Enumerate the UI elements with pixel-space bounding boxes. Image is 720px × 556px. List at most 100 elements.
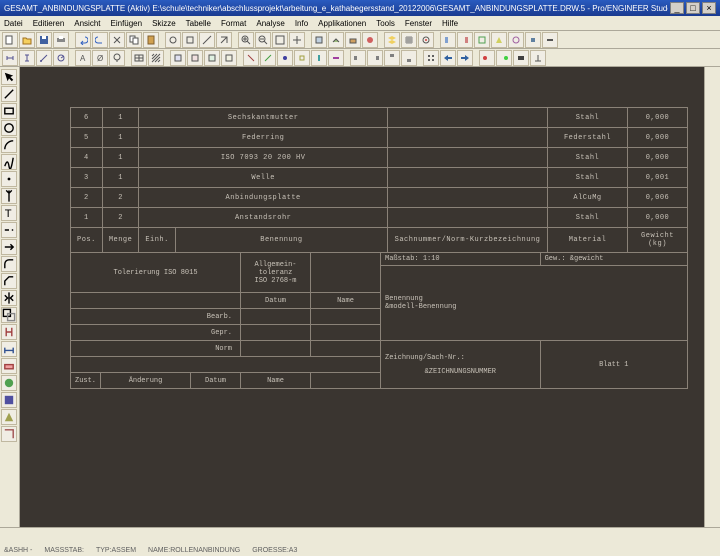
symbol-icon[interactable]: Ø xyxy=(92,50,108,66)
redo-icon[interactable] xyxy=(92,32,108,48)
layer-icon[interactable] xyxy=(384,32,400,48)
sec-b-icon[interactable] xyxy=(187,50,203,66)
menu-view[interactable]: Ansicht xyxy=(74,19,100,28)
paste-icon[interactable] xyxy=(143,32,159,48)
t2b-icon[interactable] xyxy=(260,50,276,66)
vertical-scrollbar[interactable] xyxy=(704,67,720,527)
t2k-icon[interactable] xyxy=(423,50,439,66)
print-icon[interactable] xyxy=(53,32,69,48)
sec-a-icon[interactable] xyxy=(170,50,186,66)
tool-a-icon[interactable] xyxy=(165,32,181,48)
tool-c-icon[interactable] xyxy=(199,32,215,48)
zoom-out-icon[interactable] xyxy=(255,32,271,48)
close-button[interactable]: × xyxy=(702,2,716,14)
misc2-icon[interactable] xyxy=(457,32,473,48)
lt-d-icon[interactable] xyxy=(1,426,17,442)
menu-sketch[interactable]: Skizze xyxy=(152,19,176,28)
line-icon[interactable] xyxy=(1,86,17,102)
balloon-icon[interactable] xyxy=(109,50,125,66)
constraint-icon[interactable] xyxy=(1,324,17,340)
circle-icon[interactable] xyxy=(1,120,17,136)
zoom-fit-icon[interactable] xyxy=(272,32,288,48)
t2p-icon[interactable] xyxy=(513,50,529,66)
chamfer-icon[interactable] xyxy=(1,273,17,289)
erase-icon[interactable] xyxy=(1,358,17,374)
drawing-canvas[interactable]: 6 1 Sechskantmutter Stahl 0,000 5 1 Fede… xyxy=(20,67,704,527)
t2q-icon[interactable] xyxy=(530,50,546,66)
grid-icon[interactable] xyxy=(401,32,417,48)
tool-b-icon[interactable] xyxy=(182,32,198,48)
t2f-icon[interactable] xyxy=(328,50,344,66)
t2n-icon[interactable] xyxy=(479,50,495,66)
view-c-icon[interactable] xyxy=(345,32,361,48)
menu-format[interactable]: Format xyxy=(221,19,246,28)
dim-d-icon[interactable] xyxy=(53,50,69,66)
t2i-icon[interactable] xyxy=(384,50,400,66)
trim-icon[interactable] xyxy=(1,222,17,238)
lt-b-icon[interactable] xyxy=(1,392,17,408)
t2a-icon[interactable] xyxy=(243,50,259,66)
fillet-icon[interactable] xyxy=(1,256,17,272)
t2g-icon[interactable] xyxy=(350,50,366,66)
t2j-icon[interactable] xyxy=(401,50,417,66)
spline-icon[interactable] xyxy=(1,154,17,170)
pan-icon[interactable] xyxy=(289,32,305,48)
dim-c-icon[interactable] xyxy=(36,50,52,66)
select-icon[interactable] xyxy=(1,69,17,85)
menu-window[interactable]: Fenster xyxy=(405,19,432,28)
view-b-icon[interactable] xyxy=(328,32,344,48)
cut-icon[interactable] xyxy=(109,32,125,48)
tool-d-icon[interactable] xyxy=(216,32,232,48)
mirror-icon[interactable] xyxy=(1,290,17,306)
dim2-icon[interactable] xyxy=(1,341,17,357)
menu-edit[interactable]: Editieren xyxy=(33,19,65,28)
rect-icon[interactable] xyxy=(1,103,17,119)
arc-icon[interactable] xyxy=(1,137,17,153)
menu-insert[interactable]: Einfügen xyxy=(111,19,143,28)
lt-a-icon[interactable] xyxy=(1,375,17,391)
hatch-icon[interactable] xyxy=(148,50,164,66)
open-icon[interactable] xyxy=(19,32,35,48)
maximize-button[interactable]: □ xyxy=(686,2,700,14)
minimize-button[interactable]: _ xyxy=(670,2,684,14)
misc7-icon[interactable] xyxy=(542,32,558,48)
table-icon[interactable] xyxy=(131,50,147,66)
t2l-icon[interactable] xyxy=(440,50,456,66)
sec-c-icon[interactable] xyxy=(204,50,220,66)
menu-apps[interactable]: Applikationen xyxy=(318,19,366,28)
misc4-icon[interactable] xyxy=(491,32,507,48)
view-a-icon[interactable] xyxy=(311,32,327,48)
snap-icon[interactable] xyxy=(418,32,434,48)
point-icon[interactable] xyxy=(1,171,17,187)
dim-b-icon[interactable] xyxy=(19,50,35,66)
misc1-icon[interactable] xyxy=(440,32,456,48)
t2o-icon[interactable] xyxy=(496,50,512,66)
view-d-icon[interactable] xyxy=(362,32,378,48)
misc6-icon[interactable] xyxy=(525,32,541,48)
zoom-in-icon[interactable] xyxy=(238,32,254,48)
menu-table[interactable]: Tabelle xyxy=(186,19,211,28)
save-icon[interactable] xyxy=(36,32,52,48)
lt-c-icon[interactable] xyxy=(1,409,17,425)
dim-a-icon[interactable] xyxy=(2,50,18,66)
t2e-icon[interactable] xyxy=(311,50,327,66)
t2d-icon[interactable] xyxy=(294,50,310,66)
new-icon[interactable] xyxy=(2,32,18,48)
t2h-icon[interactable] xyxy=(367,50,383,66)
menu-analysis[interactable]: Analyse xyxy=(256,19,284,28)
t2c-icon[interactable] xyxy=(277,50,293,66)
text-icon[interactable]: T xyxy=(1,205,17,221)
menu-info[interactable]: Info xyxy=(295,19,308,28)
sec-d-icon[interactable] xyxy=(221,50,237,66)
menu-file[interactable]: Datei xyxy=(4,19,23,28)
extend-icon[interactable] xyxy=(1,239,17,255)
copy-icon[interactable] xyxy=(126,32,142,48)
offset-icon[interactable] xyxy=(1,307,17,323)
menu-tools[interactable]: Tools xyxy=(376,19,395,28)
note-icon[interactable]: A xyxy=(75,50,91,66)
misc3-icon[interactable] xyxy=(474,32,490,48)
t2m-icon[interactable] xyxy=(457,50,473,66)
menu-help[interactable]: Hilfe xyxy=(442,19,458,28)
misc5-icon[interactable] xyxy=(508,32,524,48)
undo-icon[interactable] xyxy=(75,32,91,48)
